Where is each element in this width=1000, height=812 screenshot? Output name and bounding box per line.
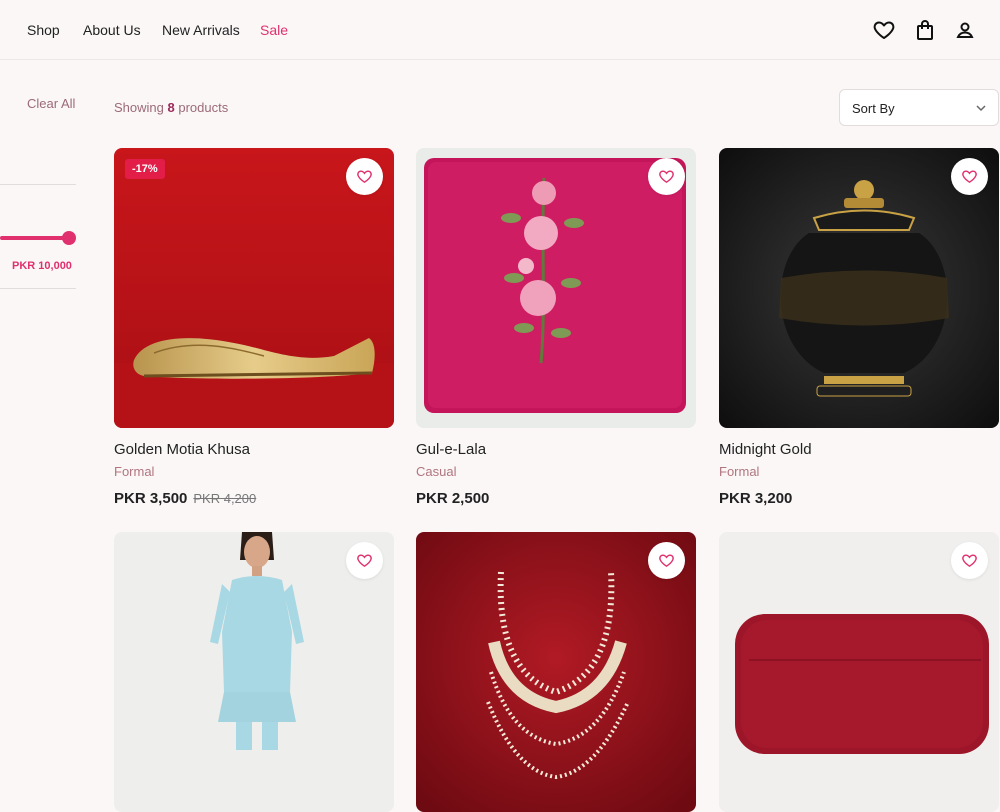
product-card[interactable]: Gul-e-Lala Casual PKR 2,500: [416, 148, 696, 507]
sort-dropdown[interactable]: Sort By: [839, 89, 999, 126]
heart-icon: [962, 554, 977, 568]
sort-label: Sort By: [852, 101, 895, 116]
product-name[interactable]: Golden Motia Khusa: [114, 441, 394, 458]
price-max-label: PKR 10,000: [12, 260, 72, 272]
heart-icon: [962, 170, 977, 184]
heart-icon: [659, 170, 674, 184]
nav-sale[interactable]: Sale: [260, 22, 288, 38]
chevron-down-icon: [976, 105, 986, 112]
results-count: Showing 8 products: [114, 100, 228, 115]
product-price: PKR 3,500 PKR 4,200: [114, 490, 394, 507]
product-name[interactable]: Gul-e-Lala: [416, 441, 696, 458]
current-price: PKR 3,200: [719, 490, 793, 507]
product-category: Formal: [114, 464, 155, 479]
heart-icon: [357, 170, 372, 184]
product-price: PKR 2,500: [416, 490, 696, 507]
divider: [0, 288, 76, 289]
heart-icon: [659, 554, 674, 568]
product-card[interactable]: [719, 532, 999, 812]
product-image[interactable]: [719, 148, 999, 428]
product-price: PKR 3,200: [719, 490, 999, 507]
current-price: PKR 3,500: [114, 490, 188, 507]
bag-icon[interactable]: [913, 18, 937, 42]
heart-icon[interactable]: [872, 18, 896, 42]
wishlist-button[interactable]: [951, 542, 988, 579]
product-card[interactable]: -17% Golden Motia Khusa Formal PKR 3,500…: [114, 148, 394, 507]
price-slider-track[interactable]: [0, 236, 70, 240]
wishlist-button[interactable]: [951, 158, 988, 195]
clear-all-button[interactable]: Clear All: [27, 96, 75, 111]
heart-icon: [357, 554, 372, 568]
product-image[interactable]: [416, 148, 696, 428]
discount-badge: -17%: [125, 159, 165, 179]
product-card[interactable]: [416, 532, 696, 812]
product-name[interactable]: Midnight Gold: [719, 441, 999, 458]
product-category: Formal: [719, 464, 760, 479]
wishlist-button[interactable]: [346, 158, 383, 195]
wishlist-button[interactable]: [648, 158, 685, 195]
product-image[interactable]: [719, 532, 999, 812]
results-prefix: Showing: [114, 100, 164, 115]
product-category: Casual: [416, 464, 457, 479]
results-number: 8: [167, 100, 175, 115]
product-image[interactable]: -17%: [114, 148, 394, 428]
wishlist-button[interactable]: [346, 542, 383, 579]
wishlist-button[interactable]: [648, 542, 685, 579]
nav-shop[interactable]: Shop: [27, 22, 60, 38]
product-card[interactable]: Midnight Gold Formal PKR 3,200: [719, 148, 999, 507]
product-card[interactable]: [114, 532, 394, 812]
top-navigation: Shop About Us New Arrivals Sale: [0, 0, 1000, 60]
product-image[interactable]: [114, 532, 394, 812]
product-image[interactable]: [416, 532, 696, 812]
current-price: PKR 2,500: [416, 490, 490, 507]
nav-about-us[interactable]: About Us: [83, 22, 141, 38]
nav-new-arrivals[interactable]: New Arrivals: [162, 22, 240, 38]
old-price: PKR 4,200: [193, 491, 257, 506]
price-slider-thumb[interactable]: [62, 231, 76, 245]
divider: [0, 184, 76, 185]
user-icon[interactable]: [953, 18, 977, 42]
results-suffix: products: [178, 100, 229, 115]
